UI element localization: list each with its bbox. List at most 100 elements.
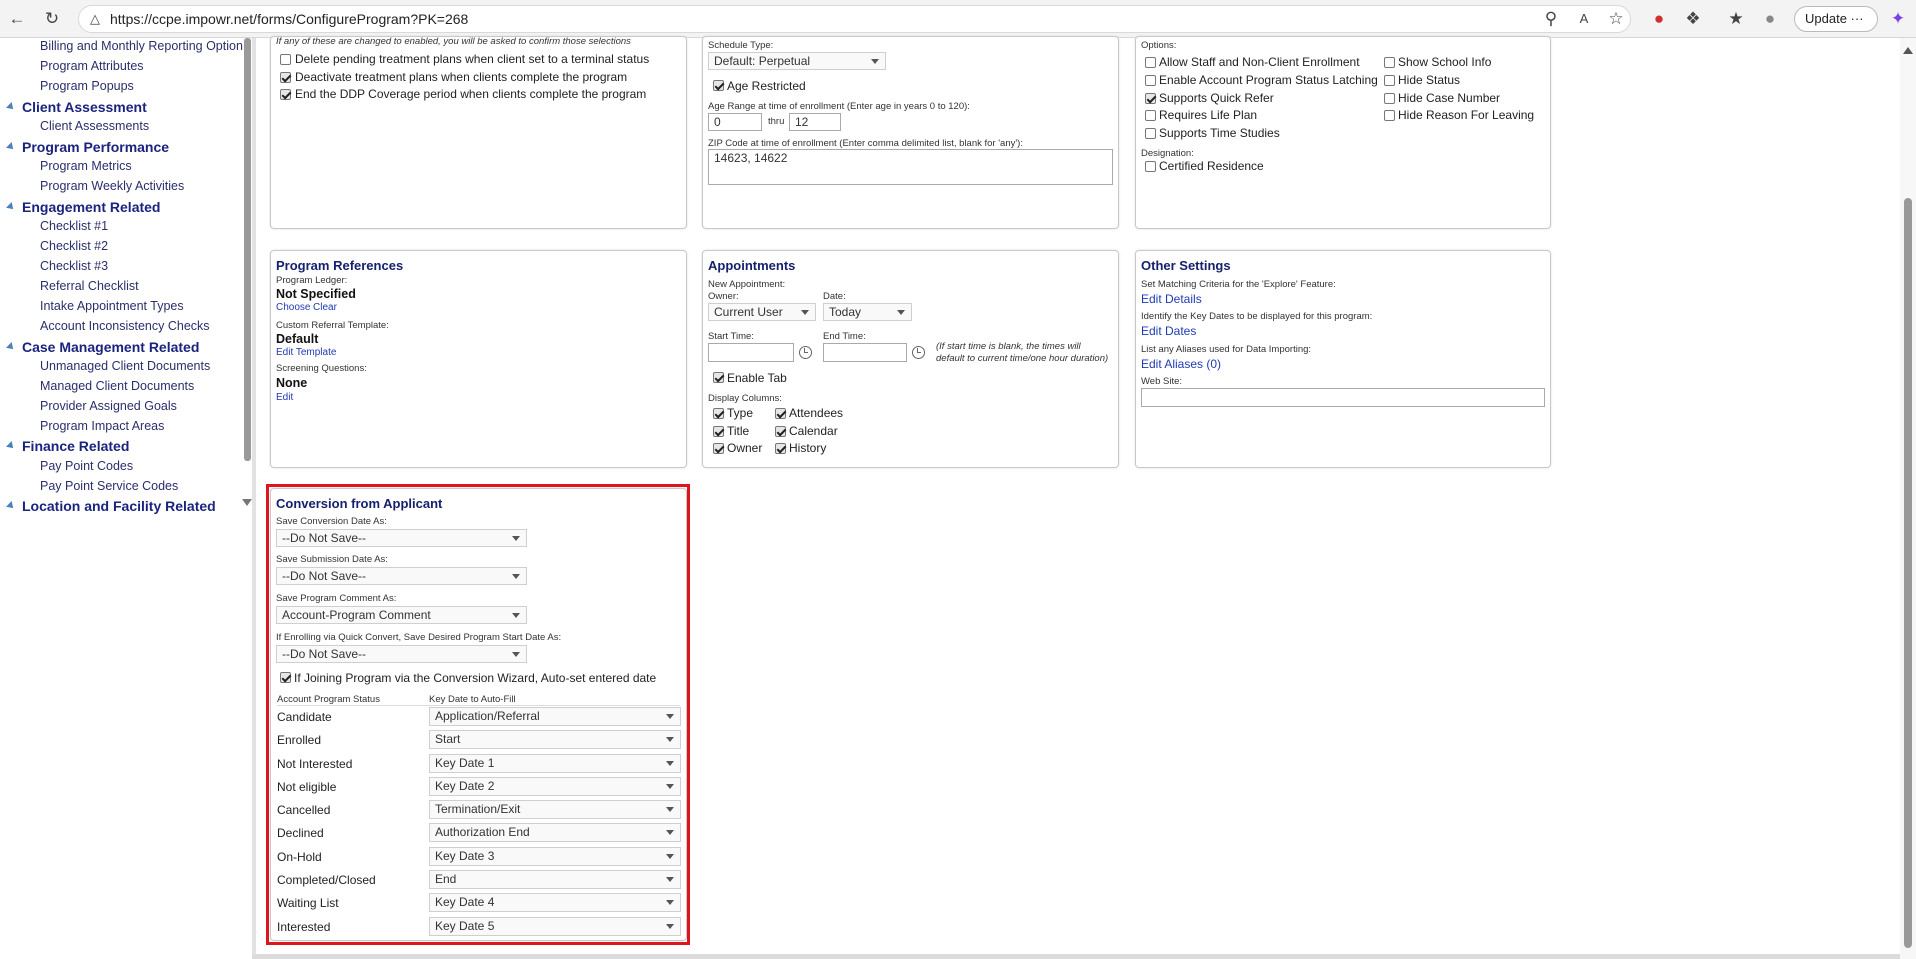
favorites-list-icon[interactable]: ★	[1726, 9, 1746, 29]
expand-triangle-icon[interactable]	[6, 501, 16, 511]
keydate-select[interactable]: Application/Referral	[429, 707, 681, 726]
sidebar-section[interactable]: Case Management Related	[22, 339, 199, 355]
sidebar-item[interactable]: Account Inconsistency Checks	[40, 319, 210, 333]
option-checkbox[interactable]	[1145, 110, 1156, 121]
zoom-icon[interactable]: ⚲	[1541, 9, 1561, 29]
keydate-select[interactable]: Key Date 1	[429, 754, 681, 773]
extensions-puzzle-icon[interactable]: ❖	[1683, 9, 1703, 29]
keydate-select[interactable]: Key Date 4	[429, 893, 681, 912]
option-checkbox[interactable]	[1145, 75, 1156, 86]
edit-template-link[interactable]: Edit Template	[276, 347, 336, 358]
refresh-icon[interactable]: ↻	[42, 9, 62, 29]
age-to-input[interactable]: 12	[789, 113, 841, 131]
expand-triangle-icon[interactable]	[6, 342, 16, 352]
site-info-icon[interactable]: △	[85, 9, 105, 29]
end-time-input[interactable]	[823, 343, 907, 362]
sidebar-item[interactable]: Program Attributes	[40, 59, 144, 73]
keydate-select[interactable]: Termination/Exit	[429, 800, 681, 819]
sidebar-scroll-down-icon[interactable]	[242, 499, 252, 506]
display-column-checkbox[interactable]	[713, 443, 724, 454]
keydate-select[interactable]: End	[429, 870, 681, 889]
sidebar-scrollbar[interactable]	[244, 38, 251, 461]
sidebar-section[interactable]: Client Assessment	[22, 99, 147, 115]
zip-input[interactable]: 14623, 14622	[708, 149, 1113, 185]
sidebar-item[interactable]: Program Impact Areas	[40, 419, 164, 433]
end-ddp-checkbox[interactable]	[280, 89, 291, 100]
option-checkbox[interactable]	[1384, 93, 1395, 104]
sidebar-item[interactable]: Unmanaged Client Documents	[40, 359, 210, 373]
sidebar-item[interactable]: Pay Point Service Codes	[40, 479, 178, 493]
edit-dates-link[interactable]: Edit Dates	[1141, 324, 1196, 338]
schedule-type-select[interactable]: Default: Perpetual	[708, 52, 886, 70]
sidebar-item[interactable]: Checklist #3	[40, 259, 108, 273]
expand-triangle-icon[interactable]	[6, 202, 16, 212]
option-checkbox[interactable]	[1145, 57, 1156, 68]
expand-triangle-icon[interactable]	[6, 441, 16, 451]
sidebar-item[interactable]: Managed Client Documents	[40, 379, 194, 393]
edit-aliases-link[interactable]: Edit Aliases (0)	[1141, 357, 1221, 371]
sidebar-item[interactable]: Provider Assigned Goals	[40, 399, 177, 413]
keydate-select[interactable]: Start	[429, 730, 681, 749]
owner-select[interactable]: Current User	[708, 303, 816, 321]
status-label: Cancelled	[277, 803, 331, 817]
sidebar-item[interactable]: Program Weekly Activities	[40, 179, 184, 193]
sidebar-section[interactable]: Program Performance	[22, 139, 169, 155]
sidebar-item[interactable]: Client Assessments	[40, 119, 149, 133]
read-aloud-icon[interactable]: A	[1574, 9, 1594, 29]
display-column-checkbox[interactable]	[775, 426, 786, 437]
keydate-select[interactable]: Authorization End	[429, 823, 681, 842]
main-scrollbar-thumb[interactable]	[1904, 198, 1912, 948]
sidebar-item[interactable]: Program Metrics	[40, 159, 132, 173]
favorite-icon[interactable]: ☆	[1606, 9, 1626, 29]
extension-icon[interactable]: ●	[1649, 9, 1669, 29]
edit-details-link[interactable]: Edit Details	[1141, 292, 1202, 306]
website-input[interactable]	[1141, 388, 1545, 407]
back-icon[interactable]: ←	[7, 9, 27, 29]
start-clock-icon[interactable]	[799, 346, 812, 359]
option-checkbox[interactable]	[1145, 93, 1156, 104]
edit-screening-link[interactable]: Edit	[276, 392, 293, 403]
sidebar-item[interactable]: Referral Checklist	[40, 279, 139, 293]
start-time-input[interactable]	[708, 343, 794, 362]
sidebar-item[interactable]: Checklist #2	[40, 239, 108, 253]
scroll-up-icon[interactable]	[1903, 47, 1913, 54]
display-column-checkbox[interactable]	[713, 426, 724, 437]
option-checkbox[interactable]	[1145, 128, 1156, 139]
profile-avatar-icon[interactable]: ●	[1760, 9, 1780, 29]
sidebar-item[interactable]: Pay Point Codes	[40, 459, 133, 473]
sidebar-item[interactable]: Program Popups	[40, 79, 134, 93]
enable-tab-checkbox[interactable]	[713, 372, 724, 383]
option-label: Hide Status	[1398, 73, 1461, 87]
sidebar-item[interactable]: Billing and Monthly Reporting Option	[40, 39, 243, 53]
sidebar-section[interactable]: Finance Related	[22, 438, 129, 454]
expand-triangle-icon[interactable]	[6, 142, 16, 152]
display-column-checkbox[interactable]	[775, 408, 786, 419]
more-icon[interactable]: ···	[1851, 11, 1864, 26]
clear-link[interactable]: Clear	[313, 302, 337, 313]
option-label: Hide Reason For Leaving	[1398, 108, 1535, 122]
display-column-checkbox[interactable]	[713, 408, 724, 419]
sidebar-item[interactable]: Checklist #1	[40, 219, 108, 233]
url-text[interactable]: https://ccpe.impowr.net/forms/ConfigureP…	[110, 11, 468, 27]
option-checkbox[interactable]	[1384, 110, 1395, 121]
option-checkbox[interactable]	[1384, 57, 1395, 68]
expand-triangle-icon[interactable]	[6, 102, 16, 112]
deactivate-plans-checkbox[interactable]	[280, 72, 291, 83]
age-restricted-checkbox[interactable]	[713, 80, 724, 91]
update-button[interactable]: Update ···	[1794, 6, 1878, 32]
certified-residence-checkbox[interactable]	[1145, 161, 1156, 172]
copilot-icon[interactable]: ✦	[1888, 9, 1908, 29]
keydate-select[interactable]: Key Date 3	[429, 847, 681, 866]
sidebar-section[interactable]: Engagement Related	[22, 199, 160, 215]
date-select[interactable]: Today	[823, 303, 912, 321]
keydate-select[interactable]: Key Date 5	[429, 917, 681, 936]
sidebar-item[interactable]: Intake Appointment Types	[40, 299, 184, 313]
choose-link[interactable]: Choose	[276, 302, 310, 313]
display-column-checkbox[interactable]	[775, 443, 786, 454]
keydate-select[interactable]: Key Date 2	[429, 777, 681, 796]
sidebar-section[interactable]: Location and Facility Related	[22, 498, 216, 514]
option-checkbox[interactable]	[1384, 75, 1395, 86]
end-clock-icon[interactable]	[912, 346, 925, 359]
age-from-input[interactable]: 0	[708, 113, 762, 131]
delete-plans-checkbox[interactable]	[280, 54, 291, 65]
